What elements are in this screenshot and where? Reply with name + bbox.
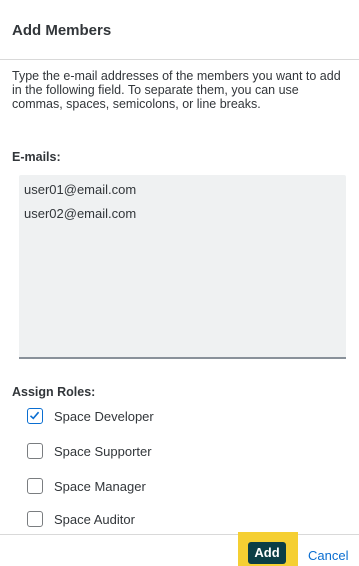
cancel-button[interactable]: Cancel [308,548,348,563]
role-label: Space Developer [54,409,154,424]
role-label: Space Auditor [54,512,135,527]
dialog-footer [0,534,359,566]
add-members-dialog: Add Members Type the e-mail addresses of… [0,0,359,566]
add-button[interactable]: Add [248,542,286,564]
checkbox-icon[interactable] [27,443,43,459]
emails-label: E-mails: [12,150,61,164]
assign-roles-label: Assign Roles: [12,385,96,399]
checkbox-checked-icon[interactable] [27,408,43,424]
role-label: Space Manager [54,479,146,494]
dialog-description: Type the e-mail addresses of the members… [12,69,341,111]
checkbox-icon[interactable] [27,478,43,494]
email-entry: user02@email.com [24,206,137,221]
emails-textarea[interactable]: user01@email.com user02@email.com [19,175,346,359]
dialog-header: Add Members [0,0,359,60]
checkbox-icon[interactable] [27,511,43,527]
add-button-focus-ring: Add [238,532,298,566]
email-entry: user01@email.com [24,182,137,197]
dialog-title: Add Members [12,22,112,39]
role-label: Space Supporter [54,444,152,459]
